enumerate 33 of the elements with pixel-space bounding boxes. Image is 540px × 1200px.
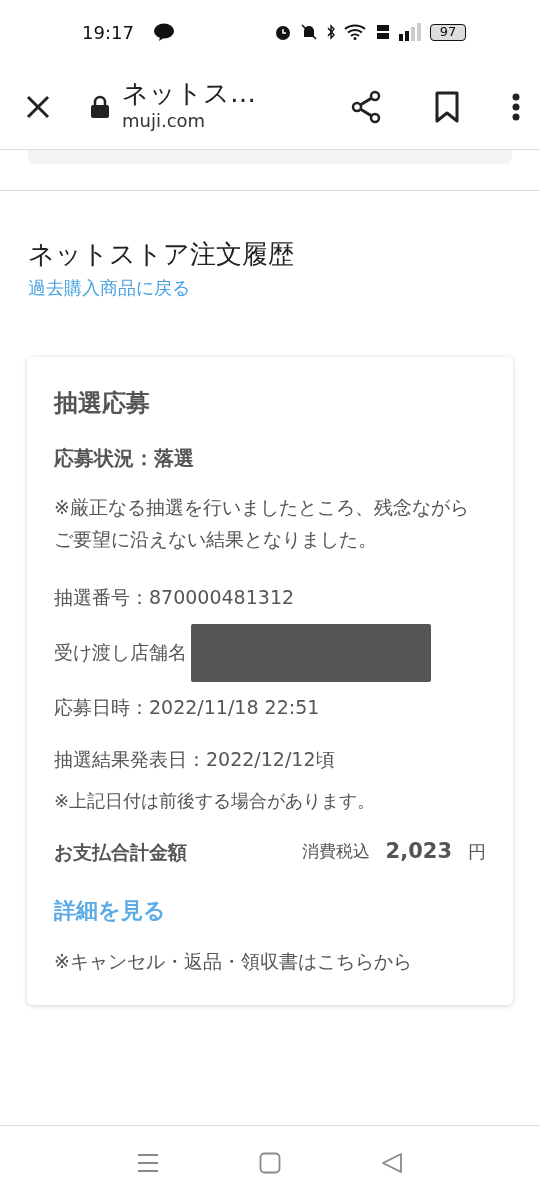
more-options-icon[interactable]: [512, 92, 520, 121]
cancel-note: ※キャンセル・返品・領収書はこちらから: [54, 948, 413, 974]
total-amount: 2,023: [385, 838, 452, 866]
page-heading: ネットストア注文履歴: [28, 238, 295, 271]
clock: 19:17: [82, 20, 134, 45]
alarm-icon: [274, 23, 292, 41]
battery-icon: 97: [430, 23, 466, 41]
bookmark-icon[interactable]: [434, 90, 460, 123]
page-url: muji.com: [122, 109, 207, 134]
muted-bell-icon: [300, 23, 318, 41]
back-link[interactable]: 過去購入商品に戻る: [28, 277, 190, 298]
field-label: 抽選番号：870000481312: [54, 585, 295, 611]
date-note: ※上記日付は前後する場合があります。: [54, 788, 377, 813]
currency-unit: 円: [468, 840, 486, 865]
result-message: ※厳正なる抽選を行いましたところ、残念ながらご要望に沿えない結果となりました。: [54, 495, 470, 553]
bluetooth-icon: [326, 23, 336, 41]
field-label: 応募日時：2022/11/18 22:51: [54, 695, 320, 721]
signal-icon: [398, 23, 422, 41]
wifi-icon: [344, 24, 368, 40]
field-label: 抽選結果発表日：2022/12/12頃: [54, 747, 335, 773]
field-label: 受け渡し店舗名: [54, 640, 187, 666]
page-title: ネットス…: [122, 78, 256, 108]
back-icon[interactable]: [381, 1152, 403, 1174]
share-icon[interactable]: [350, 89, 382, 124]
status-text: 応募状況：落選: [54, 445, 195, 472]
tax-note: 消費税込: [301, 840, 370, 864]
lock-icon: [90, 94, 110, 119]
total-label: お支払合計金額: [54, 839, 187, 865]
details-link[interactable]: 詳細を見る: [54, 893, 166, 927]
menu-icon[interactable]: [137, 1153, 159, 1173]
chat-bubble-icon: [153, 23, 174, 41]
home-icon[interactable]: [259, 1152, 281, 1174]
card-title: 抽選応募: [54, 388, 151, 419]
